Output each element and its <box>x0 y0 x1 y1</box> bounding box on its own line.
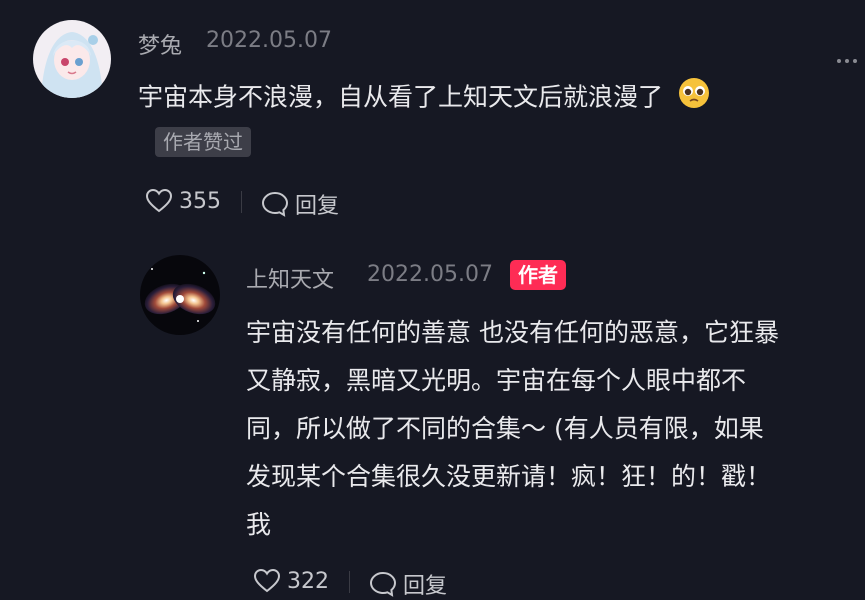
reply-text-line: 同，所以做了不同的合集～ (有人员有限，如果 <box>246 414 764 443</box>
reply-text-line: 我 <box>246 510 272 539</box>
comment-text-content: 宇宙本身不浪漫，自从看了上知天文后就浪漫了 <box>138 82 664 112</box>
author-avatar[interactable] <box>140 255 220 335</box>
reply-date: 2022.05.07 <box>367 262 493 287</box>
comment-date: 2022.05.07 <box>206 28 332 53</box>
comment-bubble-icon <box>261 191 289 217</box>
action-divider <box>241 191 242 213</box>
heart-icon <box>145 188 173 213</box>
action-divider <box>349 571 350 593</box>
reply-label: 回复 <box>295 194 340 219</box>
comment-username[interactable]: 梦兔 <box>138 28 182 60</box>
reply-like-count: 322 <box>287 568 329 594</box>
heart-icon <box>253 568 281 593</box>
reply-reply-label: 回复 <box>403 574 448 599</box>
reply-button[interactable]: 回复 <box>261 188 339 220</box>
reply-reply-button[interactable]: 回复 <box>369 568 447 600</box>
reply-text-line: 发现某个合集很久没更新请！疯！狂！的！戳！ <box>246 462 772 491</box>
reply-like-button[interactable]: 322 <box>253 568 329 594</box>
author-liked-badge: 作者赞过 <box>155 127 251 157</box>
pleading-face-emoji-icon <box>677 76 711 121</box>
reply-username[interactable]: 上知天文 <box>246 262 334 294</box>
reply-text: 宇宙没有任何的善意 也没有任何的恶意，它狂暴 又静寂，黑暗又光明。宇宙在每个人眼… <box>246 309 779 549</box>
comment-text: 宇宙本身不浪漫，自从看了上知天文后就浪漫了 <box>138 76 711 121</box>
more-options-icon[interactable] <box>837 48 861 67</box>
author-badge: 作者 <box>510 260 566 290</box>
reply-text-line: 宇宙没有任何的善意 也没有任何的恶意，它狂暴 <box>246 318 779 347</box>
comment-bubble-icon <box>369 571 397 597</box>
like-button[interactable]: 355 <box>145 188 221 214</box>
reply-text-line: 又静寂，黑暗又光明。宇宙在每个人眼中都不 <box>246 366 747 395</box>
avatar[interactable] <box>33 20 111 98</box>
like-count: 355 <box>179 188 221 214</box>
